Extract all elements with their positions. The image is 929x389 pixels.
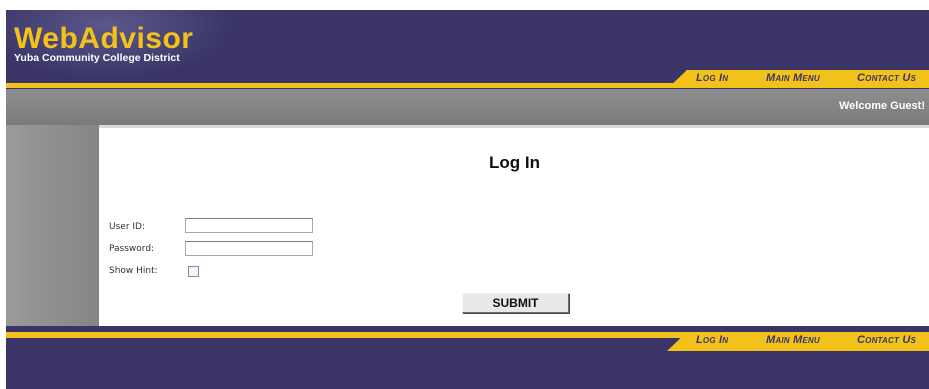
top-nav-slant bbox=[667, 70, 687, 88]
main-content: Log In User ID: Password: Show Hint: SUB… bbox=[99, 125, 929, 326]
welcome-bar: Welcome Guest! bbox=[6, 89, 929, 125]
nav-login-link[interactable]: Log In bbox=[696, 72, 728, 84]
welcome-text: Welcome Guest! bbox=[839, 100, 925, 112]
bottom-nav-tabbar: Log In Main Menu Contact Us bbox=[686, 332, 929, 351]
footer-main-menu-link[interactable]: Main Menu bbox=[766, 334, 820, 346]
left-sidebar bbox=[6, 125, 99, 326]
content-top-border bbox=[99, 125, 929, 128]
user-id-input[interactable] bbox=[185, 218, 313, 233]
top-nav: Log In Main Menu Contact Us bbox=[6, 70, 929, 88]
footer-contact-us-link[interactable]: Contact Us bbox=[857, 334, 916, 346]
submit-button[interactable]: SUBMIT bbox=[462, 293, 569, 313]
top-nav-tabbar: Log In Main Menu Contact Us bbox=[686, 70, 929, 88]
header: WebAdvisor Yuba Community College Distri… bbox=[6, 10, 929, 88]
footer-login-link[interactable]: Log In bbox=[696, 334, 728, 346]
show-hint-checkbox[interactable] bbox=[188, 266, 199, 277]
bottom-nav-slant bbox=[667, 332, 687, 351]
nav-contact-us-link[interactable]: Contact Us bbox=[857, 72, 916, 84]
password-label: Password: bbox=[109, 244, 155, 254]
password-input[interactable] bbox=[185, 241, 313, 256]
user-id-label: User ID: bbox=[109, 222, 145, 232]
logo-title: WebAdvisor bbox=[14, 22, 194, 55]
logo-subtitle: Yuba Community College District bbox=[14, 52, 180, 64]
nav-main-menu-link[interactable]: Main Menu bbox=[766, 72, 820, 84]
show-hint-label: Show Hint: bbox=[109, 266, 158, 276]
page-title: Log In bbox=[489, 153, 540, 172]
bottom-nav: Log In Main Menu Contact Us bbox=[6, 332, 929, 351]
footer bbox=[6, 351, 929, 389]
